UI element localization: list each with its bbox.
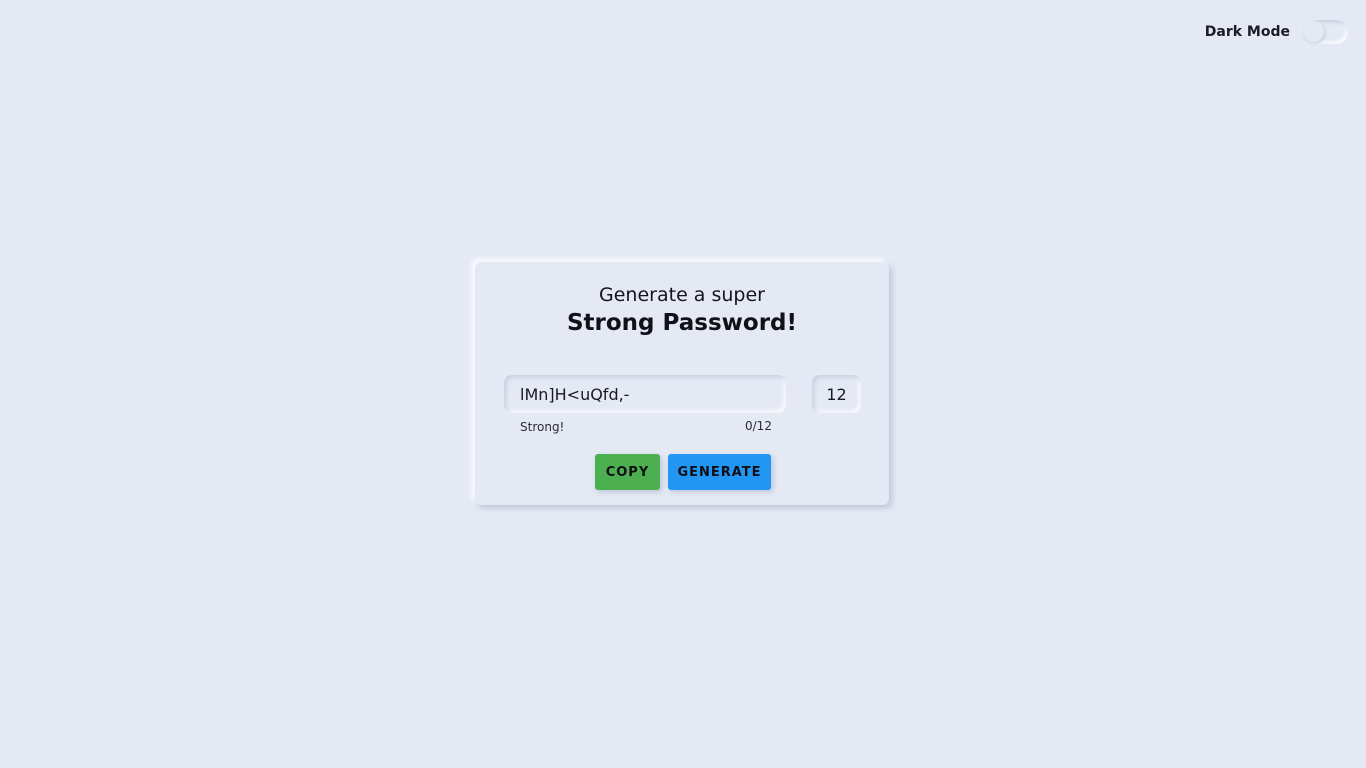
card-subtitle: Generate a super <box>599 284 765 306</box>
top-bar: Dark Mode <box>1205 20 1348 44</box>
toggle-knob <box>1304 22 1324 42</box>
password-field[interactable] <box>504 375 786 413</box>
copy-button[interactable]: COPY <box>595 454 660 490</box>
generate-button[interactable]: GENERATE <box>668 454 771 490</box>
length-field[interactable] <box>812 375 861 413</box>
dark-mode-label: Dark Mode <box>1204 24 1290 40</box>
character-counter: 0/12 <box>745 419 772 433</box>
card-title: Strong Password! <box>566 310 798 336</box>
password-generator-card: Generate a super Strong Password! Strong… <box>475 262 889 505</box>
strength-indicator: Strong! <box>520 420 565 434</box>
dark-mode-toggle[interactable] <box>1302 20 1348 44</box>
